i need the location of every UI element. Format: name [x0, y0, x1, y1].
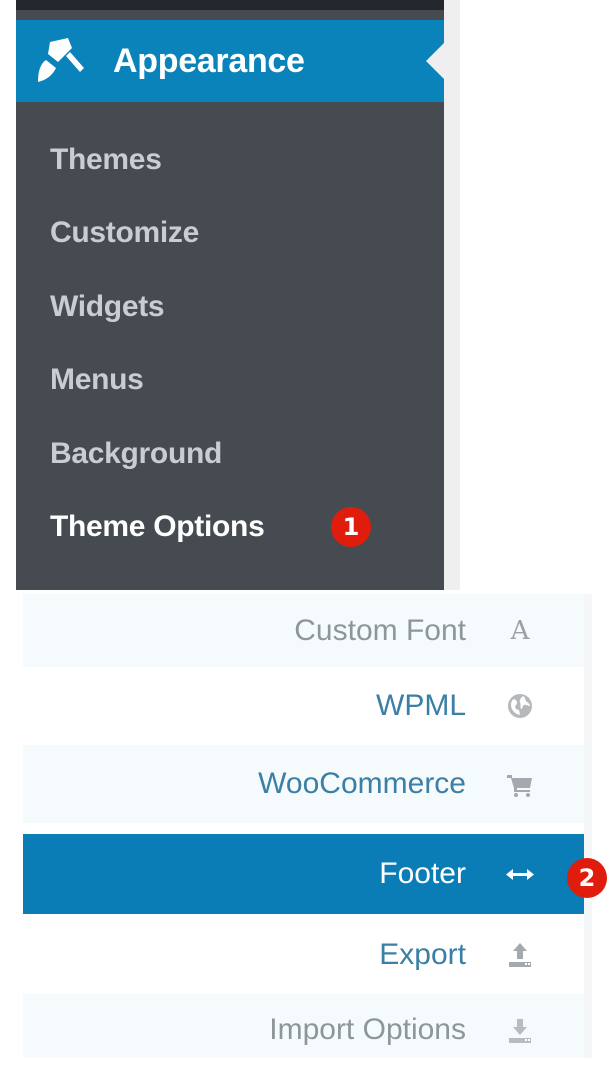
options-item-import-options[interactable]: Import Options: [23, 994, 584, 1058]
step-badge-2: 2: [567, 858, 607, 898]
svg-text:A: A: [510, 616, 531, 644]
options-item-footer[interactable]: Footer: [23, 834, 584, 914]
options-item-label: WooCommerce: [258, 767, 466, 800]
sidebar-item-appearance[interactable]: Appearance: [16, 20, 444, 102]
options-item-wpml[interactable]: WPML: [23, 667, 584, 745]
options-item-woocommerce[interactable]: WooCommerce: [23, 745, 584, 823]
sidebar-item-menus[interactable]: Menus: [50, 363, 144, 397]
globe-icon: [508, 694, 532, 718]
step-badge-1: 1: [331, 507, 371, 547]
sidebar-item-widgets[interactable]: Widgets: [50, 290, 165, 324]
options-menu-edge: [584, 594, 592, 1058]
upload-icon: [509, 943, 531, 967]
options-item-export[interactable]: Export: [23, 916, 584, 994]
paintbrush-icon: [38, 38, 84, 82]
options-item-label: Import Options: [269, 1013, 466, 1046]
horizontal-arrows-icon: [506, 869, 534, 880]
sidebar-item-theme-options[interactable]: Theme Options: [50, 510, 265, 544]
admin-sidebar: Appearance Themes Customize Widgets Menu…: [16, 0, 444, 590]
sidebar-item-background[interactable]: Background: [50, 437, 222, 471]
sidebar-item-customize[interactable]: Customize: [50, 216, 199, 250]
sidebar-section-label: Appearance: [113, 42, 305, 80]
cart-icon: [507, 775, 532, 797]
font-icon: A: [510, 616, 531, 644]
options-item-custom-font[interactable]: Custom Font A: [23, 594, 584, 667]
options-item-label: Export: [379, 938, 466, 971]
download-icon: [509, 1019, 531, 1043]
sidebar-item-themes[interactable]: Themes: [50, 143, 162, 177]
content-gutter: [444, 0, 460, 590]
current-menu-pointer: [426, 43, 444, 79]
admin-sidebar-top-edge: [16, 0, 444, 10]
options-item-label: WPML: [376, 689, 466, 722]
options-item-label: Footer: [379, 857, 466, 890]
theme-options-menu: Custom Font A WPML WooCommerce Footer Ex…: [23, 594, 584, 1058]
options-item-label: Custom Font: [294, 614, 466, 647]
